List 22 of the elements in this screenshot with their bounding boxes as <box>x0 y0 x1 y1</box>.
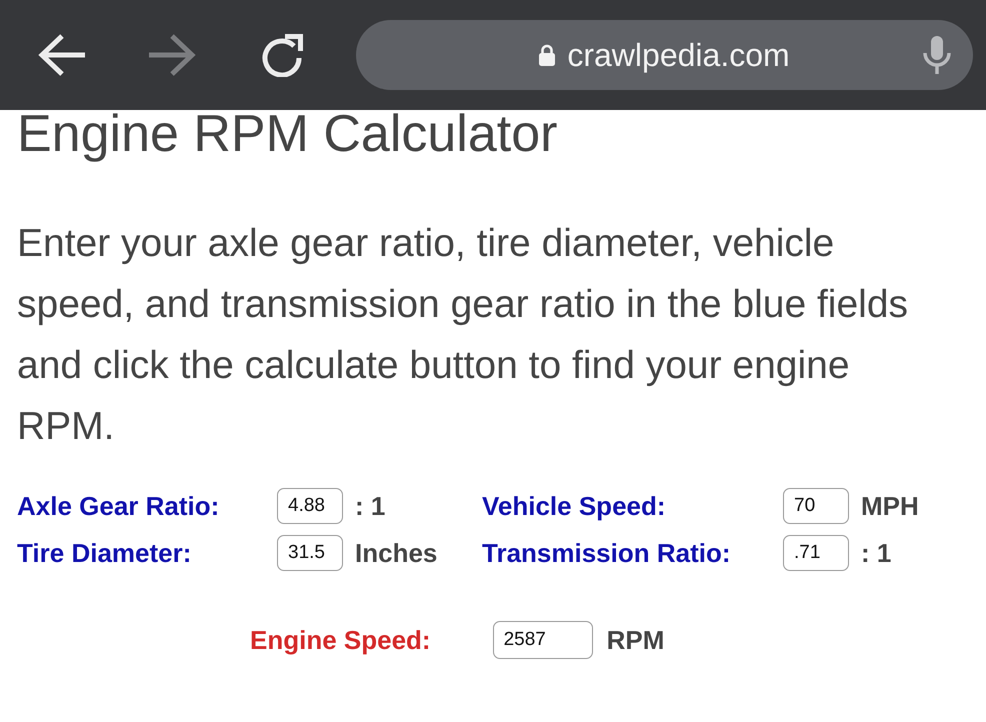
back-button[interactable] <box>38 33 86 77</box>
arrow-right-icon <box>148 33 196 77</box>
result-field[interactable]: 2587 <box>492 621 593 659</box>
unit-label: Inches <box>355 538 438 568</box>
field-label: Vehicle Speed: <box>482 490 666 522</box>
field-label: Transmission Ratio: <box>482 538 730 568</box>
reload-icon <box>260 33 304 77</box>
unit-label: : 1 <box>355 490 386 522</box>
input-field[interactable]: 70 <box>783 488 849 524</box>
arrow-left-icon <box>38 33 86 77</box>
unit-label: MPH <box>861 490 919 522</box>
result-label: Engine Speed: <box>250 624 431 656</box>
microphone-icon[interactable] <box>923 36 951 74</box>
input-field[interactable]: 4.88 <box>277 488 343 524</box>
intro-paragraph: Enter your axle gear ratio, tire diameter, vehicle speed, and transmission gear ratio in the blue fields and click the calculate button to find your engine RPM. <box>17 221 910 450</box>
field-label: Axle Gear Ratio: <box>17 490 220 522</box>
field-label: Tire Diameter: <box>17 538 192 568</box>
unit-label: : 1 <box>861 538 892 568</box>
input-field[interactable]: 31.5 <box>277 535 343 571</box>
unit-label: RPM <box>606 624 664 656</box>
address-bar[interactable]: crawlpedia.com <box>356 20 973 90</box>
input-field[interactable]: .71 <box>783 535 849 571</box>
